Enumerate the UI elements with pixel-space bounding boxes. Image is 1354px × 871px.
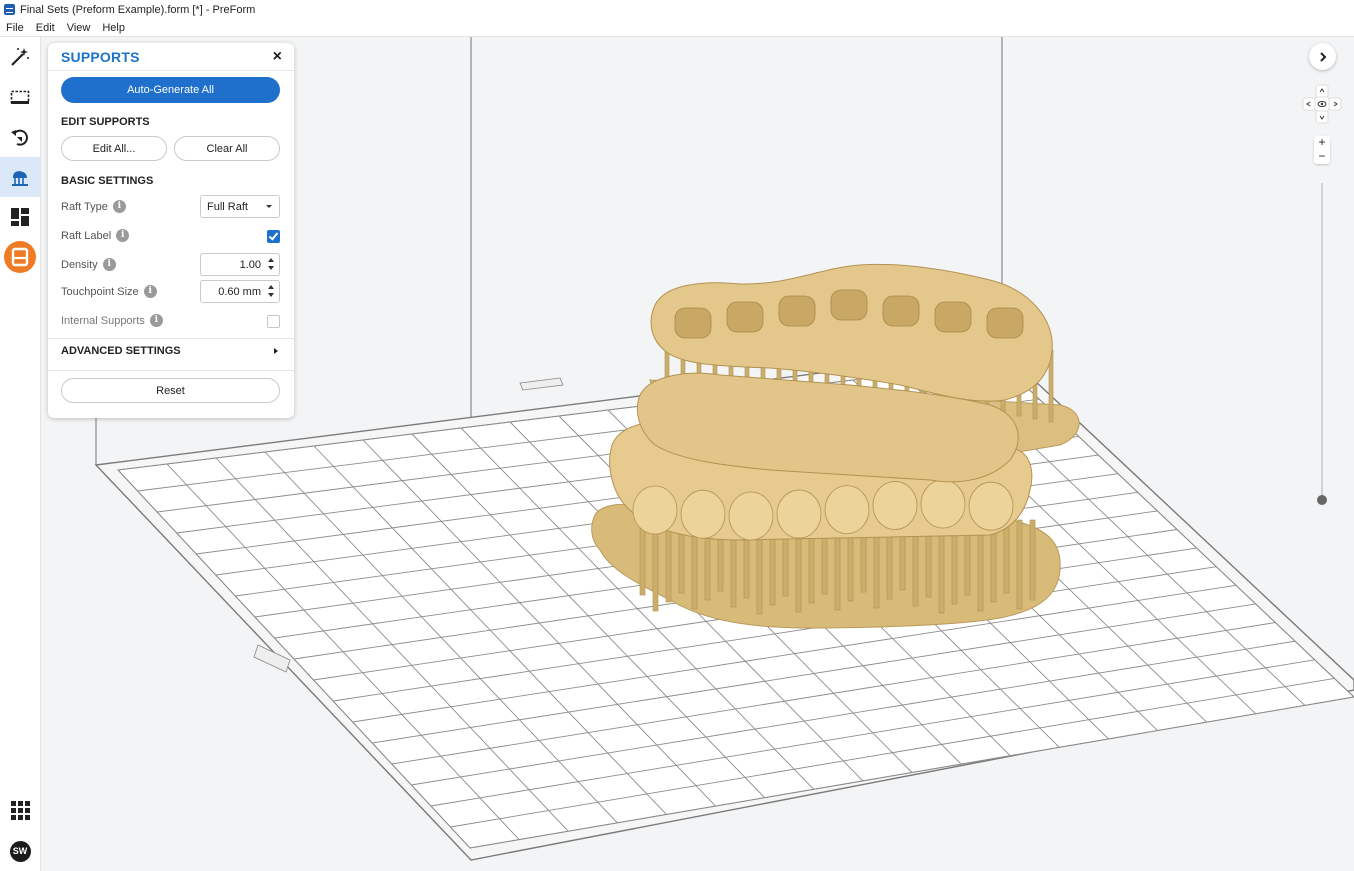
title-bar: Final Sets (Preform Example).form [*] - … [0, 0, 1354, 19]
chevron-right-icon[interactable] [274, 348, 278, 354]
touchpoint-size-label: Touchpoint Size [61, 285, 139, 298]
info-icon[interactable]: i [143, 285, 157, 298]
menu-edit[interactable]: Edit [30, 22, 61, 34]
info-icon[interactable]: i [149, 314, 163, 327]
auto-generate-all-button[interactable]: Auto-Generate All [61, 77, 280, 103]
raft-type-row: Raft Type i [61, 200, 126, 213]
layout-icon [11, 208, 29, 226]
left-toolbar: SW [0, 37, 41, 871]
tooth [968, 481, 1014, 531]
expand-panel-button[interactable] [1309, 43, 1336, 70]
panel-title: SUPPORTS [61, 49, 140, 65]
supports-tool-button[interactable] [0, 157, 40, 197]
chevron-right-icon [1319, 51, 1326, 62]
advanced-settings-toggle[interactable]: ADVANCED SETTINGS [61, 345, 181, 357]
supports-icon [12, 171, 28, 186]
raft-type-label: Raft Type [61, 200, 108, 213]
tooth [824, 485, 870, 535]
tooth [872, 481, 918, 530]
user-avatar-button[interactable]: SW [0, 831, 40, 871]
clear-all-button[interactable]: Clear All [174, 136, 280, 161]
raft-label-checkbox[interactable] [267, 230, 280, 243]
tooth-socket [882, 295, 920, 327]
close-icon[interactable]: × [273, 48, 282, 66]
layout-tool-button[interactable] [0, 197, 40, 237]
raft-type-select[interactable]: Full Raft [200, 195, 280, 218]
density-label: Density [61, 258, 98, 271]
support-pillar [1003, 519, 1010, 594]
raft-label-label: Raft Label [61, 229, 112, 242]
density-value: 1.00 [239, 258, 261, 271]
density-stepper[interactable]: 1.00 [200, 253, 280, 276]
touchpoint-size-row: Touchpoint Size i [61, 285, 157, 298]
support-pillar [1016, 519, 1023, 610]
divider [48, 370, 294, 371]
menu-bar: File Edit View Help [0, 19, 1354, 37]
zoom-in-button[interactable]: + [1314, 136, 1330, 150]
menu-help[interactable]: Help [96, 22, 131, 34]
zoom-out-button[interactable]: − [1314, 150, 1330, 164]
navigation-cube-icon [1302, 84, 1342, 124]
printer-icon [4, 241, 36, 273]
tooth [776, 489, 822, 539]
print-tool-button[interactable] [0, 237, 40, 277]
dental-model [591, 263, 1080, 629]
tooth [680, 489, 726, 539]
orientation-icon [11, 129, 28, 146]
menu-view[interactable]: View [61, 22, 97, 34]
tooth [632, 485, 678, 535]
avatar-initials: SW [12, 846, 28, 856]
menu-file[interactable]: File [0, 22, 30, 34]
tooth-socket [726, 301, 764, 333]
tooth [728, 491, 774, 541]
stepper-arrows-icon[interactable] [268, 284, 275, 299]
edit-supports-heading: EDIT SUPPORTS [61, 116, 150, 128]
orientation-tool-button[interactable] [0, 117, 40, 157]
internal-supports-checkbox[interactable] [267, 315, 280, 328]
chevron-down-icon [266, 205, 272, 208]
apps-grid-icon [11, 801, 30, 820]
apps-button[interactable] [0, 790, 40, 830]
tooth-socket [934, 301, 972, 333]
edit-all-button[interactable]: Edit All... [61, 136, 167, 161]
raft-type-value: Full Raft [207, 200, 248, 213]
touchpoint-size-stepper[interactable]: 0.60 mm [200, 280, 280, 303]
layer-slider-track[interactable] [1321, 183, 1323, 500]
tooth-socket [830, 289, 868, 321]
internal-supports-label: Internal Supports [61, 314, 145, 327]
divider [48, 338, 294, 339]
tooth-socket [986, 307, 1024, 339]
internal-supports-row: Internal Supports i [61, 314, 163, 327]
view-navigation-pad[interactable] [1302, 84, 1342, 124]
raft-label-row: Raft Label i [61, 229, 130, 242]
zoom-controls: + − [1314, 136, 1330, 164]
tooth [920, 479, 966, 529]
stepper-arrows-icon[interactable] [268, 257, 275, 272]
avatar: SW [9, 840, 31, 862]
divider [48, 70, 294, 71]
info-icon[interactable]: i [112, 200, 126, 213]
info-icon[interactable]: i [102, 258, 116, 271]
density-row: Density i [61, 258, 116, 271]
touchpoint-size-value: 0.60 mm [218, 285, 261, 298]
reset-button[interactable]: Reset [61, 378, 280, 403]
layer-slider-handle[interactable] [1317, 495, 1327, 505]
tooth-socket [674, 307, 712, 339]
selection-box-icon [10, 90, 30, 104]
preform-app-icon [4, 4, 15, 15]
support-pillar [665, 519, 672, 603]
basic-settings-heading: BASIC SETTINGS [61, 175, 154, 187]
supports-panel: SUPPORTS × Auto-Generate All EDIT SUPPOR… [48, 43, 294, 418]
magic-wand-tool-button[interactable] [0, 37, 40, 77]
info-icon[interactable]: i [116, 229, 130, 242]
window-title: Final Sets (Preform Example).form [*] - … [20, 3, 256, 16]
select-tool-button[interactable] [0, 77, 40, 117]
tooth-socket [778, 295, 816, 327]
support-pillar [1029, 519, 1036, 601]
magic-wand-icon [11, 48, 29, 66]
